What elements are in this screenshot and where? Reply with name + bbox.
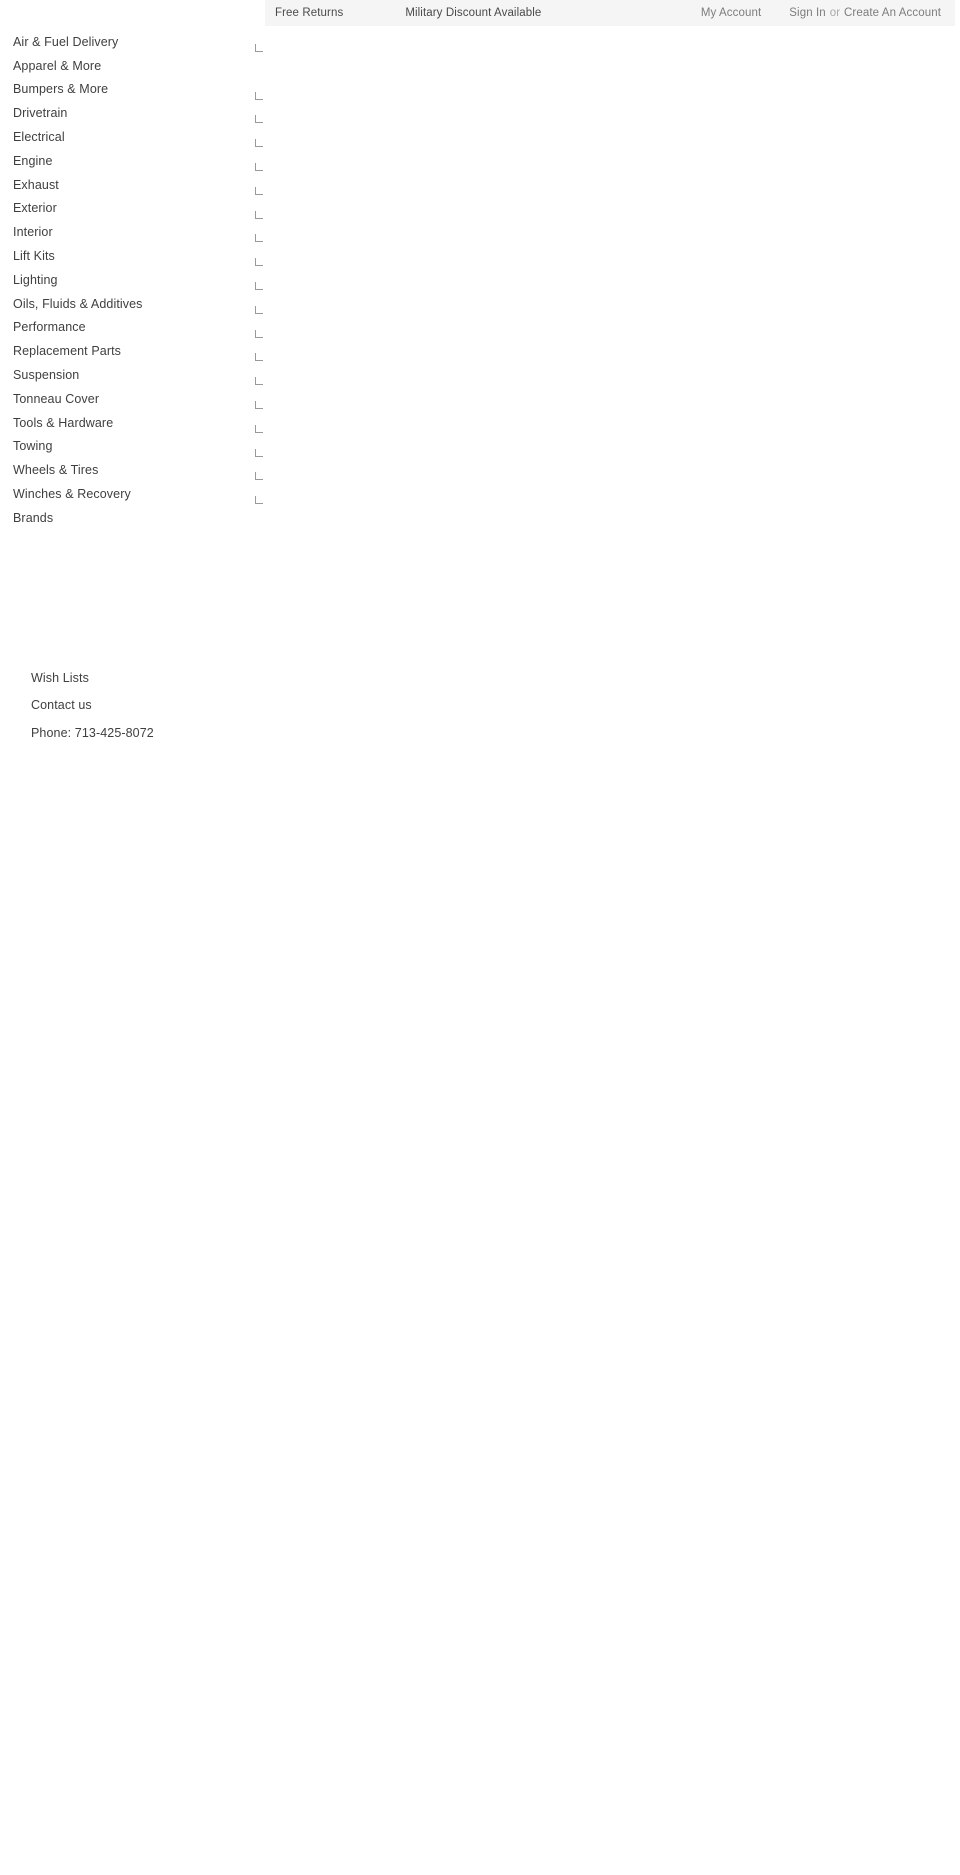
utility-item-contact-us[interactable]: Contact us: [0, 692, 280, 720]
nav-link-label[interactable]: Suspension: [0, 368, 79, 382]
nav-item-suspension[interactable]: Suspension: [0, 363, 280, 387]
nav-link-label[interactable]: Engine: [0, 154, 53, 168]
top-utility-bar: Free Returns Military Discount Available…: [265, 0, 955, 26]
nav-link-label[interactable]: Lift Kits: [0, 249, 55, 263]
nav-link-label[interactable]: Winches & Recovery: [0, 487, 131, 501]
submenu-indicator-icon[interactable]: [255, 424, 263, 433]
nav-item-bumpers-and-more[interactable]: Bumpers & More: [0, 78, 280, 102]
submenu-indicator-icon[interactable]: [255, 448, 263, 457]
nav-link-label[interactable]: Tonneau Cover: [0, 392, 99, 406]
nav-link-label[interactable]: Performance: [0, 320, 86, 334]
submenu-indicator-icon[interactable]: [255, 115, 263, 124]
submenu-indicator-icon[interactable]: [255, 400, 263, 409]
nav-link-label[interactable]: Oils, Fluids & Additives: [0, 297, 143, 311]
nav-item-apparel-and-more[interactable]: Apparel & More: [0, 54, 280, 78]
nav-item-exterior[interactable]: Exterior: [0, 197, 280, 221]
create-account-link[interactable]: Create An Account: [844, 7, 941, 19]
submenu-indicator-icon[interactable]: [255, 281, 263, 290]
nav-link-label[interactable]: Brands: [0, 511, 53, 525]
submenu-indicator-icon[interactable]: [255, 353, 263, 362]
utility-link-label[interactable]: Wish Lists: [0, 671, 89, 685]
nav-item-replacement-parts[interactable]: Replacement Parts: [0, 339, 280, 363]
nav-item-tools-and-hardware[interactable]: Tools & Hardware: [0, 411, 280, 435]
nav-link-label[interactable]: Exterior: [0, 201, 57, 215]
nav-item-lighting[interactable]: Lighting: [0, 268, 280, 292]
nav-link-label[interactable]: Towing: [0, 439, 53, 453]
nav-item-winches-and-recovery[interactable]: Winches & Recovery: [0, 482, 280, 506]
nav-item-exhaust[interactable]: Exhaust: [0, 173, 280, 197]
utility-link-label[interactable]: Phone: 713-425-8072: [0, 726, 154, 740]
submenu-indicator-icon[interactable]: [255, 91, 263, 100]
submenu-indicator-icon[interactable]: [255, 162, 263, 171]
nav-link-label[interactable]: Lighting: [0, 273, 58, 287]
nav-link-label[interactable]: Bumpers & More: [0, 82, 108, 96]
nav-link-label[interactable]: Electrical: [0, 130, 65, 144]
sign-in-link[interactable]: Sign In: [789, 7, 826, 19]
submenu-indicator-icon[interactable]: [255, 139, 263, 148]
nav-item-electrical[interactable]: Electrical: [0, 125, 280, 149]
nav-item-towing[interactable]: Towing: [0, 435, 280, 459]
main-category-navigation: Air & Fuel Delivery Apparel & More Bumpers…: [0, 30, 280, 530]
nav-item-tonneau-cover[interactable]: Tonneau Cover: [0, 387, 280, 411]
submenu-indicator-icon[interactable]: [255, 472, 263, 481]
nav-link-label[interactable]: Drivetrain: [0, 106, 68, 120]
nav-link-label[interactable]: Interior: [0, 225, 53, 239]
promo-link-military-discount[interactable]: Military Discount Available: [405, 7, 541, 19]
nav-item-drivetrain[interactable]: Drivetrain: [0, 101, 280, 125]
utility-link-label[interactable]: Contact us: [0, 698, 92, 712]
or-separator-label: or: [829, 7, 841, 19]
topbar-account-group: My Account Sign In or Create An Account: [701, 0, 941, 26]
utility-links-list: Wish Lists Contact us Phone: 713-425-8072: [0, 664, 280, 747]
nav-item-lift-kits[interactable]: Lift Kits: [0, 244, 280, 268]
nav-link-label[interactable]: Replacement Parts: [0, 344, 121, 358]
submenu-indicator-icon[interactable]: [255, 186, 263, 195]
submenu-indicator-icon[interactable]: [255, 305, 263, 314]
submenu-indicator-icon[interactable]: [255, 329, 263, 338]
utility-item-phone-713-425-8072[interactable]: Phone: 713-425-8072: [0, 719, 280, 747]
submenu-indicator-icon[interactable]: [255, 377, 263, 386]
nav-item-interior[interactable]: Interior: [0, 220, 280, 244]
promo-link-free-returns[interactable]: Free Returns: [275, 7, 343, 19]
nav-item-engine[interactable]: Engine: [0, 149, 280, 173]
submenu-indicator-icon[interactable]: [255, 234, 263, 243]
submenu-indicator-icon[interactable]: [255, 496, 263, 505]
my-account-link[interactable]: My Account: [701, 7, 761, 19]
nav-item-brands[interactable]: Brands: [0, 506, 280, 530]
nav-link-label[interactable]: Wheels & Tires: [0, 463, 98, 477]
nav-item-oils-fluids-and-additives[interactable]: Oils, Fluids & Additives: [0, 292, 280, 316]
nav-link-label[interactable]: Apparel & More: [0, 59, 101, 73]
nav-item-air-and-fuel-delivery[interactable]: Air & Fuel Delivery: [0, 30, 280, 54]
submenu-indicator-icon[interactable]: [255, 258, 263, 267]
topbar-promo-group: Free Returns Military Discount Available: [265, 7, 541, 19]
utility-item-wish-lists[interactable]: Wish Lists: [0, 664, 280, 692]
nav-link-label[interactable]: Tools & Hardware: [0, 416, 113, 430]
nav-item-wheels-and-tires[interactable]: Wheels & Tires: [0, 458, 280, 482]
nav-item-performance[interactable]: Performance: [0, 316, 280, 340]
nav-link-label[interactable]: Air & Fuel Delivery: [0, 35, 118, 49]
submenu-indicator-icon[interactable]: [255, 210, 263, 219]
nav-link-label[interactable]: Exhaust: [0, 178, 59, 192]
submenu-indicator-icon[interactable]: [255, 44, 263, 52]
